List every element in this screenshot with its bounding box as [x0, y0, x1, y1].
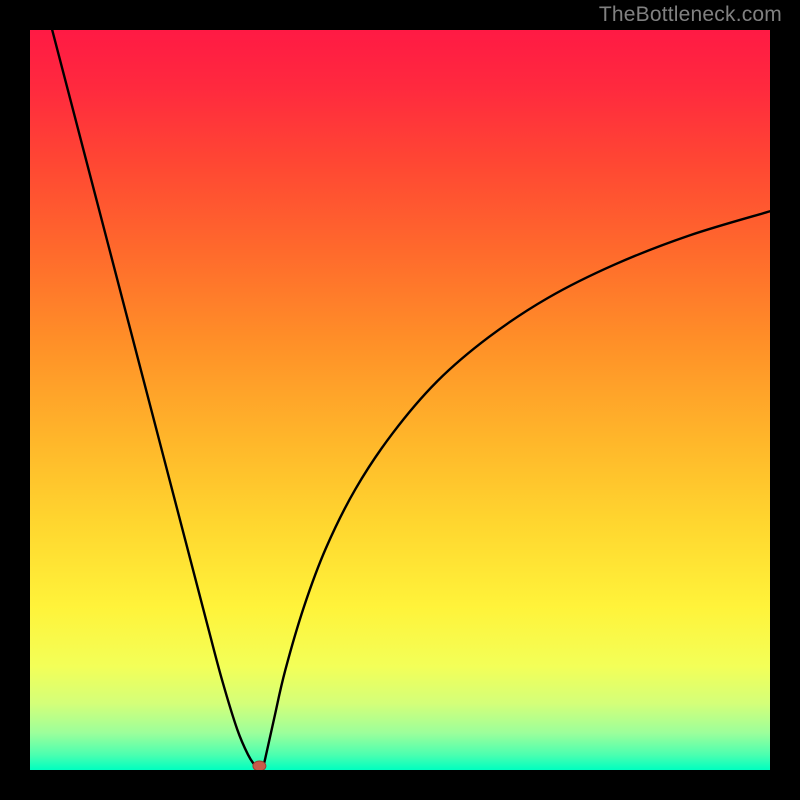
plot-area	[30, 30, 770, 770]
minimum-marker-dot	[253, 761, 266, 770]
chart-frame: TheBottleneck.com	[0, 0, 800, 800]
chart-svg	[30, 30, 770, 770]
watermark-text: TheBottleneck.com	[599, 3, 782, 27]
gradient-background	[30, 30, 770, 770]
